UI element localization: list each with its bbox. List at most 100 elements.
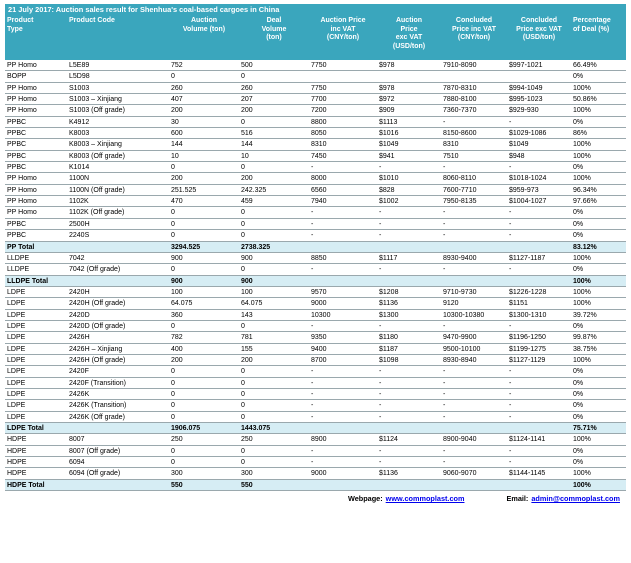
cell-auction-volume: 200	[171, 356, 183, 364]
cell-concluded-price-cny	[441, 423, 507, 433]
webpage-label: Webpage:	[347, 494, 383, 504]
cell-concluded-price-cny: -	[443, 390, 446, 398]
cell-deal-percentage: 99.87%	[573, 334, 597, 342]
cell-deal-volume: 0	[241, 209, 245, 217]
total-row: PP Total 3294.525 2738.325 83.12%	[5, 241, 626, 253]
cell-deal-percentage: 100%	[573, 277, 591, 285]
cell-auction-price-cny: -	[311, 368, 314, 376]
cell-deal-volume: 144	[241, 141, 253, 149]
cell-auction-volume: 0	[171, 220, 175, 228]
cell-deal-percentage: 100%	[573, 107, 591, 115]
cell-auction-volume: 0	[171, 390, 175, 398]
cell-auction-price-usd: $978	[379, 62, 395, 69]
cell-deal-percentage: 75.71%	[573, 425, 597, 432]
cell-concluded-price-usd: $1124-1141	[509, 436, 546, 444]
cell-product-code: 2420F	[69, 368, 89, 376]
cell-product-type: LDPE	[7, 311, 26, 319]
cell-deal-percentage: 0%	[573, 164, 584, 172]
cell-deal-volume: 0	[241, 73, 245, 81]
cell-concluded-price-cny: 7870-8310	[443, 84, 477, 92]
cell-auction-price-usd: $1136	[379, 300, 398, 308]
webpage-link[interactable]: www.commoplast.com	[386, 492, 465, 506]
cell-concluded-price-usd: $1004-1027	[509, 198, 547, 206]
table-row: LDPE 2420D (Off grade) 0 0 - - - - 0%	[5, 321, 626, 333]
contact-footer: Webpage: www.commoplast.com Email: admin…	[5, 492, 626, 506]
cell-auction-price-cny: 10300	[311, 311, 331, 319]
cell-product-code: S1003	[69, 84, 90, 92]
cell-deal-volume: 0	[241, 220, 245, 228]
table-row: LLDPE 7042 (Off grade) 0 0 - - - - 0%	[5, 264, 626, 276]
cell-deal-percentage: 100%	[573, 436, 591, 444]
cell-auction-price-usd	[377, 480, 441, 490]
cell-concluded-price-cny: -	[443, 368, 446, 376]
cell-product-type: PPBC	[7, 141, 27, 149]
table-row: PPBC K8003 – Xinjiang 144 144 8310 $1049 8310 $…	[5, 139, 626, 151]
cell-auction-price-usd: $1136	[379, 470, 398, 478]
email-link[interactable]: admin@commoplast.com	[531, 492, 620, 506]
cell-deal-percentage: 100%	[573, 356, 591, 364]
cell-concluded-price-usd: -	[509, 402, 512, 410]
cell-deal-volume: 0	[241, 379, 245, 387]
cell-auction-volume: 3294.525	[171, 243, 201, 251]
cell-product-type: LDPE	[7, 356, 26, 364]
cell-deal-percentage: 0%	[573, 73, 584, 81]
header-product-type: Product Type	[7, 17, 34, 33]
cell-auction-price-cny: -	[311, 413, 314, 421]
cell-product-type: LDPE	[7, 345, 26, 353]
cell-deal-percentage: 100%	[573, 254, 591, 262]
table-row: PP Homo 1102K 470 459 7940 $1002 7950-8135 $100…	[5, 196, 626, 208]
cell-deal-volume: 260	[241, 84, 253, 92]
cell-concluded-price-usd: $1226-1228	[509, 288, 547, 296]
table-row: PPBC K1014 0 0 - - - - 0%	[5, 162, 626, 174]
cell-product-type: PP Homo	[7, 62, 37, 69]
cell-auction-price-usd: -	[379, 413, 382, 421]
cell-product-code: 7042	[69, 254, 85, 262]
cell-product-type: PP Homo	[7, 96, 37, 104]
cell-auction-price-usd: $1010	[379, 175, 399, 183]
cell-product-type: PP Homo	[7, 209, 37, 217]
cell-auction-volume: 10	[171, 152, 179, 160]
cell-deal-percentage: 83.12%	[573, 243, 597, 251]
table-header-row: Product Type Product Code Auction Volume (to…	[5, 16, 626, 60]
cell-concluded-price-usd: -	[509, 220, 512, 228]
cell-deal-percentage: 38.75%	[573, 345, 597, 353]
cell-concluded-price-usd: -	[509, 459, 512, 467]
cell-deal-volume: 0	[241, 402, 245, 410]
cell-product-type: LDPE	[7, 288, 26, 296]
table-row: LDPE 2426H – Xinjiang 400 155 9400 $1187 9500-…	[5, 344, 626, 355]
cell-auction-price-usd: $1180	[379, 334, 398, 342]
cell-concluded-price-cny: -	[443, 379, 446, 387]
cell-deal-volume: 2738.325	[241, 243, 271, 251]
header-concluded-price-usd: Concluded Price exc VAT (USD/ton)	[516, 17, 562, 41]
cell-auction-volume: 550	[171, 481, 183, 489]
cell-product-type: LLDPE	[7, 266, 30, 274]
table-row: PP Homo 1102K (Off grade) 0 0 - - - - 0%	[5, 207, 626, 219]
cell-concluded-price-cny: 9060-9070	[443, 470, 477, 478]
table-row: PP Homo S1003 – Xinjiang 407 207 7700 $972 788…	[5, 94, 626, 106]
cell-deal-volume: 200	[241, 356, 253, 364]
cell-auction-volume: 0	[171, 402, 175, 410]
cell-deal-volume: 0	[241, 118, 245, 126]
cell-auction-price-usd: $972	[379, 96, 395, 104]
cell-deal-volume: 0	[241, 164, 245, 172]
cell-product-type: HDPE	[7, 436, 27, 444]
header-deal-percentage: Percentage of Deal (%)	[573, 17, 611, 33]
cell-auction-volume: 782	[171, 334, 183, 342]
cell-deal-volume: 155	[241, 345, 253, 353]
cell-auction-price-cny: 7750	[311, 62, 327, 69]
cell-concluded-price-cny	[441, 480, 507, 490]
cell-product-type: LDPE	[7, 368, 26, 376]
cell-product-code: 8007 (Off grade)	[69, 447, 121, 455]
table-row: PP Homo 1100N 200 200 8000 $1010 8060-8110 $101…	[5, 173, 626, 185]
cell-auction-price-cny: -	[311, 402, 314, 410]
cell-product-code	[67, 242, 169, 252]
cell-deal-percentage: 100%	[573, 288, 591, 296]
cell-deal-percentage: 66.49%	[573, 62, 597, 69]
table-row: LDPE 2426K 0 0 - - - - 0%	[5, 389, 626, 401]
table-row: LDPE 2426K (Off grade) 0 0 - - - - 0%	[5, 412, 626, 423]
header-product-code: Product Code	[69, 17, 115, 24]
cell-auction-price-cny: 9400	[311, 345, 327, 353]
cell-deal-volume: 0	[241, 447, 245, 455]
table-row: HDPE 6094 0 0 - - - - 0%	[5, 457, 626, 469]
cell-product-code: 2426H – Xinjiang	[69, 345, 123, 353]
